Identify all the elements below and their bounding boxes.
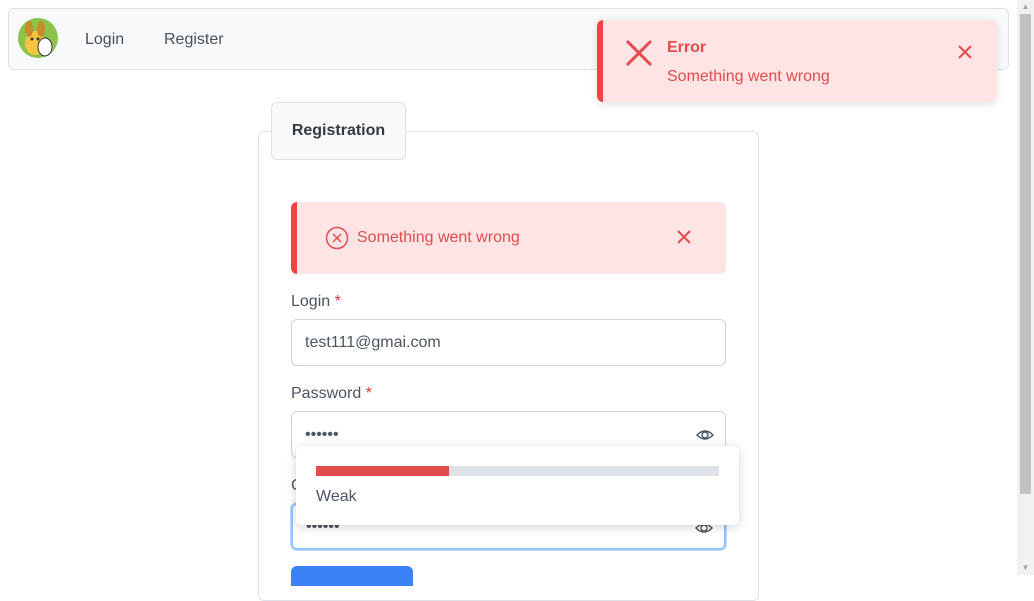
pets-logo-icon[interactable] bbox=[17, 17, 59, 59]
password-label: Password * bbox=[291, 385, 372, 403]
error-toast: Error Something went wrong bbox=[597, 20, 997, 102]
password-label-text: Password bbox=[291, 385, 362, 402]
login-label: Login * bbox=[291, 293, 341, 311]
page-scrollbar[interactable]: ▲ ▼ bbox=[1017, 0, 1034, 575]
register-submit-button[interactable] bbox=[291, 566, 413, 586]
required-mark: * bbox=[365, 385, 372, 402]
password-input-value: •••••• bbox=[305, 425, 339, 443]
close-icon[interactable] bbox=[957, 44, 973, 60]
login-input-value: test111@gmai.com bbox=[305, 333, 441, 351]
error-circle-icon bbox=[325, 226, 349, 250]
required-mark: * bbox=[334, 293, 341, 310]
scroll-up-icon[interactable]: ▲ bbox=[1017, 0, 1034, 14]
scroll-thumb[interactable] bbox=[1020, 14, 1031, 494]
strength-meter bbox=[316, 466, 719, 476]
login-label-text: Login bbox=[291, 293, 331, 310]
error-x-icon bbox=[625, 39, 653, 67]
password-strength-panel: Weak bbox=[296, 446, 739, 525]
strength-label: Weak bbox=[316, 488, 357, 505]
tab-registration[interactable]: Registration bbox=[271, 102, 406, 160]
scroll-down-icon[interactable]: ▼ bbox=[1017, 561, 1034, 575]
close-icon[interactable] bbox=[676, 229, 692, 245]
eye-icon[interactable] bbox=[696, 426, 714, 444]
nav-login-link[interactable]: Login bbox=[85, 31, 124, 49]
inline-error-message: Something went wrong bbox=[291, 202, 726, 274]
nav-register-link[interactable]: Register bbox=[164, 31, 224, 49]
login-input[interactable]: test111@gmai.com bbox=[291, 319, 726, 366]
inline-error-text: Something went wrong bbox=[357, 229, 520, 246]
toast-title: Error bbox=[667, 39, 707, 56]
strength-meter-fill bbox=[316, 466, 449, 476]
toast-detail: Something went wrong bbox=[667, 68, 830, 85]
